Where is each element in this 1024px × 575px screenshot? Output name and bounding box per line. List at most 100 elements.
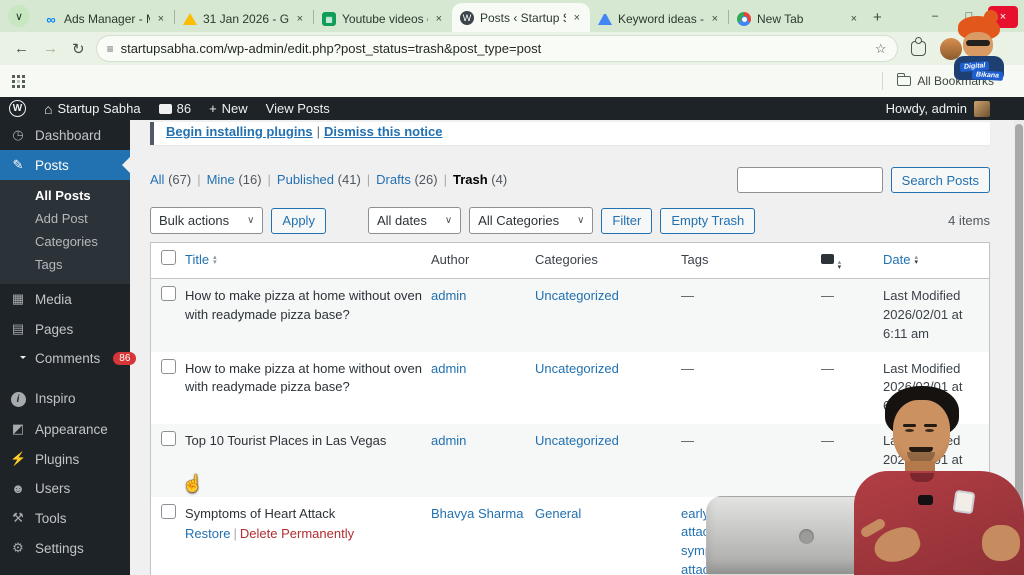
close-tab-icon[interactable]: × [434,13,444,25]
sidebar-item-users[interactable]: ☻ Users [0,474,130,503]
submenu-add-post[interactable]: Add Post [0,207,130,230]
tab-google-drive[interactable]: 31 Jan 2026 - Goo × [175,6,313,32]
author-link[interactable]: Bhavya Sharma [431,497,535,532]
view-trash-link[interactable]: Trash (4) [453,172,507,187]
apply-button[interactable]: Apply [271,207,326,234]
mouse-cursor-hand: ☝ [182,474,204,493]
author-link[interactable]: admin [431,352,535,387]
tab-keyword-ideas[interactable]: Keyword ideas - M × [590,6,728,32]
tab-posts-active[interactable]: W Posts ‹ Startup Sab × [452,3,590,32]
sidebar-item-pages[interactable]: ▤ Pages [0,314,130,344]
media-icon: ▦ [11,291,25,306]
submenu-categories[interactable]: Categories [0,230,130,253]
extensions-icon[interactable] [910,37,926,56]
sort-by-comments[interactable]: ▴ ▾ [821,243,883,278]
close-tab-icon[interactable]: × [156,13,166,25]
site-name-menu[interactable]: ⌂ Startup Sabha [35,97,150,120]
sidebar-item-comments[interactable]: Comments 86 [0,344,137,373]
sidebar-item-tools[interactable]: ⚒ Tools [0,503,130,533]
view-published-link[interactable]: Published (41) [277,172,361,187]
sidebar-item-appearance[interactable]: ◩ Appearance [0,414,130,444]
wordpress-logo-icon: W [9,100,26,117]
reload-icon[interactable]: ↻ [72,40,85,58]
address-bar[interactable]: ≡ startupsabha.com/wp-admin/edit.php?pos… [96,36,897,61]
delete-permanently-link[interactable]: Delete Permanently [240,526,354,541]
table-header-row: Title ▴ ▾ Author Categories Tags ▴ ▾ Date ▴ ▾ [151,243,989,279]
shirt-logo-patch [952,489,976,515]
home-icon: ⌂ [44,100,53,117]
sidebar-item-media[interactable]: ▦ Media [0,284,130,314]
comments-menu[interactable]: 86 [150,97,200,120]
chevron-down-icon: ∨ [444,215,453,226]
wordpress-icon: W [460,10,474,25]
category-link[interactable]: Uncategorized [535,424,681,459]
row-checkbox[interactable] [151,497,185,519]
search-posts-input[interactable] [736,167,883,193]
close-tab-icon[interactable]: × [572,12,582,24]
laptop-logo [799,529,814,544]
sort-by-title[interactable]: Title ▴ ▾ [185,251,217,270]
select-all-checkbox[interactable] [151,243,185,265]
all-dates-select[interactable]: All dates ∨ [367,207,462,234]
submenu-all-posts[interactable]: All Posts [0,184,130,207]
apps-grid-icon[interactable] [12,74,25,88]
empty-trash-button[interactable]: Empty Trash [660,207,756,234]
category-link[interactable]: General [535,497,681,532]
author-link[interactable]: admin [431,279,535,314]
sidebar-item-dashboard[interactable]: ◷ Dashboard [0,120,130,150]
wp-logo-menu[interactable]: W [0,97,35,120]
view-posts-menu[interactable]: View Posts [257,97,339,120]
howdy-menu[interactable]: Howdy, admin [886,100,1024,117]
plus-icon: + [209,101,217,116]
tab-new-tab[interactable]: New Tab × [729,6,867,32]
close-tab-icon[interactable]: × [295,13,305,25]
author-link[interactable]: admin [431,424,535,459]
category-link[interactable]: Uncategorized [535,352,681,387]
dismiss-notice-link[interactable]: Dismiss this notice [324,124,442,139]
url-text[interactable]: startupsabha.com/wp-admin/edit.php?post_… [121,41,875,56]
new-tab-button[interactable]: + [873,9,882,26]
forward-icon[interactable]: → [43,40,58,57]
all-categories-select[interactable]: All Categories ∨ [469,207,594,234]
sidebar-item-posts[interactable]: ✎ Posts [0,150,130,180]
submenu-tags[interactable]: Tags [0,253,130,276]
row-checkbox[interactable] [151,352,185,374]
posts-submenu: All Posts Add Post Categories Tags [0,180,130,284]
comments-cell: — [821,360,834,376]
tab-ads-manager[interactable]: ∞ Ads Manager - Ma × [36,6,174,32]
sidebar-item-settings[interactable]: ⚙ Settings [0,533,130,563]
settings-icon: ⚙ [12,540,24,555]
bookmark-star-icon[interactable]: ☆ [875,41,887,57]
table-row: How to make pizza at home without oven w… [151,279,989,352]
pages-icon: ▤ [11,321,25,336]
site-info-icon[interactable]: ≡ [107,42,114,56]
view-drafts-link[interactable]: Drafts (26) [376,172,437,187]
presenter-face [893,400,950,466]
row-checkbox[interactable] [151,424,185,447]
presenter-collar [910,473,934,482]
tags-cell: — [681,360,694,376]
close-tab-icon[interactable]: × [849,13,859,25]
begin-installing-plugins-link[interactable]: Begin installing plugins [166,124,313,139]
bulk-actions-select[interactable]: Bulk actions ∨ [150,207,264,234]
channel-mascot: Digital Bikana [946,16,1012,90]
close-tab-icon[interactable]: × [710,13,720,25]
restore-link[interactable]: Restore [185,526,231,541]
search-posts-button[interactable]: Search Posts [890,167,990,193]
view-all-link[interactable]: All (67) [150,172,191,187]
row-checkbox[interactable] [151,279,185,301]
chevron-down-icon: ∨ [247,215,255,226]
folder-icon [897,73,912,86]
new-content-menu[interactable]: + New [200,97,257,120]
filter-button[interactable]: Filter [601,207,653,234]
sidebar-item-plugins[interactable]: ⚡ Plugins [0,444,130,474]
sidebar-item-inspiro[interactable]: i Inspiro [0,383,130,414]
category-link[interactable]: Uncategorized [535,279,681,314]
sort-by-date[interactable]: Date ▴ ▾ [883,251,918,270]
back-icon[interactable]: ← [14,40,29,57]
plugins-icon: ⚡ [10,451,27,466]
view-mine-link[interactable]: Mine (16) [207,172,262,187]
comment-bubble-icon [158,103,172,114]
tab-search-chevron-icon[interactable]: ∨ [8,5,30,27]
tab-youtube-sheet[interactable]: ▦ Youtube videos co × [314,6,452,32]
